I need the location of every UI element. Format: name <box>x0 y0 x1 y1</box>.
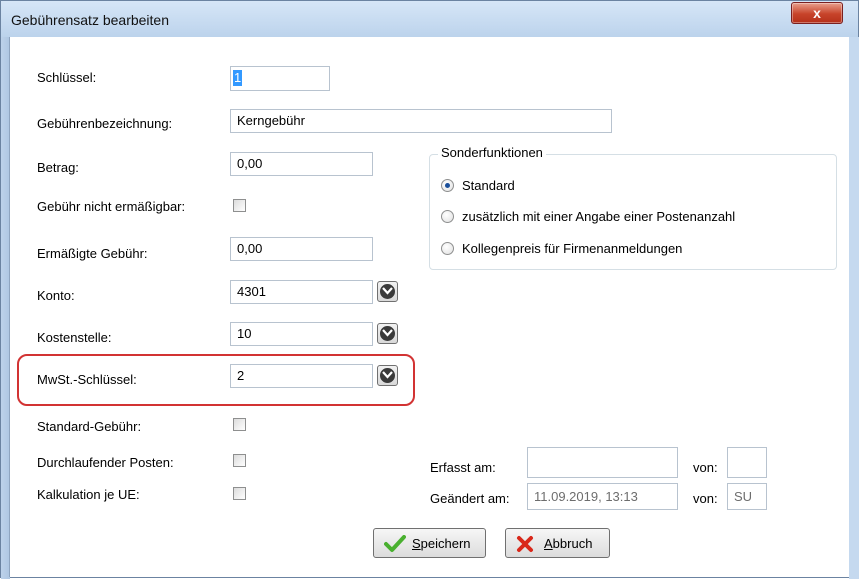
save-button[interactable]: Speichern <box>373 528 486 558</box>
standard-gebuehr-checkbox[interactable] <box>233 418 246 431</box>
radio-postenanzahl[interactable] <box>441 210 454 223</box>
label-erfasst-am: Erfasst am: <box>430 460 496 475</box>
label-ermaessigte-gebuehr: Ermäßigte Gebühr: <box>37 246 148 261</box>
kostenstelle-dropdown-button[interactable] <box>377 323 398 344</box>
konto-combobox[interactable]: 4301 <box>230 280 373 304</box>
label-betrag: Betrag: <box>37 160 79 175</box>
sonderfunktionen-title: Sonderfunktionen <box>438 145 546 160</box>
konto-dropdown-button[interactable] <box>377 281 398 302</box>
kalkulation-checkbox[interactable] <box>233 487 246 500</box>
window-title: Gebührensatz bearbeiten <box>11 12 169 28</box>
radio-postenanzahl-label[interactable]: zusätzlich mit einer Angabe einer Posten… <box>462 209 735 224</box>
ermaessigte-gebuehr-input[interactable]: 0,00 <box>230 237 373 261</box>
durchlaufender-posten-checkbox[interactable] <box>233 454 246 467</box>
schluessel-input[interactable]: 1 <box>230 66 330 91</box>
chevron-down-glyph <box>382 287 393 295</box>
label-durchlaufender-posten: Durchlaufender Posten: <box>37 455 174 470</box>
gebuehrenbezeichnung-input[interactable]: Kerngebühr <box>230 109 612 133</box>
nicht-ermaessigbar-checkbox[interactable] <box>233 199 246 212</box>
window-right-border <box>849 37 859 579</box>
radio-kollegenpreis[interactable] <box>441 242 454 255</box>
title-bar: Gebührensatz bearbeiten x <box>1 1 858 37</box>
label-schluessel: Schlüssel: <box>37 70 97 85</box>
label-geaendert-von: von: <box>693 491 718 506</box>
label-kalkulation: Kalkulation je UE: <box>37 487 140 502</box>
geaendert-von-field: SU <box>727 483 767 510</box>
close-button[interactable]: x <box>791 2 843 24</box>
close-x-icon <box>517 536 533 552</box>
label-standard-gebuehr: Standard-Gebühr: <box>37 419 142 434</box>
radio-standard-label[interactable]: Standard <box>462 178 515 193</box>
label-gebuehrenbezeichnung: Gebührenbezeichnung: <box>37 116 173 131</box>
label-konto: Konto: <box>37 288 75 303</box>
label-nicht-ermaessigbar: Gebühr nicht ermäßigbar: <box>37 199 186 214</box>
erfasst-von-field <box>727 447 767 478</box>
cancel-button[interactable]: Abbruch <box>505 528 610 558</box>
checkmark-icon <box>384 535 406 552</box>
betrag-input[interactable]: 0,00 <box>230 152 373 176</box>
geaendert-am-field: 11.09.2019, 13:13 <box>527 483 678 510</box>
erfasst-am-field <box>527 447 678 478</box>
schluessel-value[interactable]: 1 <box>233 70 243 86</box>
radio-kollegenpreis-label[interactable]: Kollegenpreis für Firmenanmeldungen <box>462 241 682 256</box>
cancel-button-label[interactable]: Abbruch <box>544 536 592 551</box>
label-erfasst-von: von: <box>693 460 718 475</box>
close-icon[interactable]: x <box>813 5 821 21</box>
kostenstelle-combobox[interactable]: 10 <box>230 322 373 346</box>
mwst-highlight-annotation <box>17 354 415 406</box>
label-geaendert-am: Geändert am: <box>430 491 510 506</box>
chevron-down-glyph <box>382 329 393 337</box>
label-kostenstelle: Kostenstelle: <box>37 330 112 345</box>
save-button-label[interactable]: Speichern <box>412 536 471 551</box>
radio-standard[interactable] <box>441 179 454 192</box>
